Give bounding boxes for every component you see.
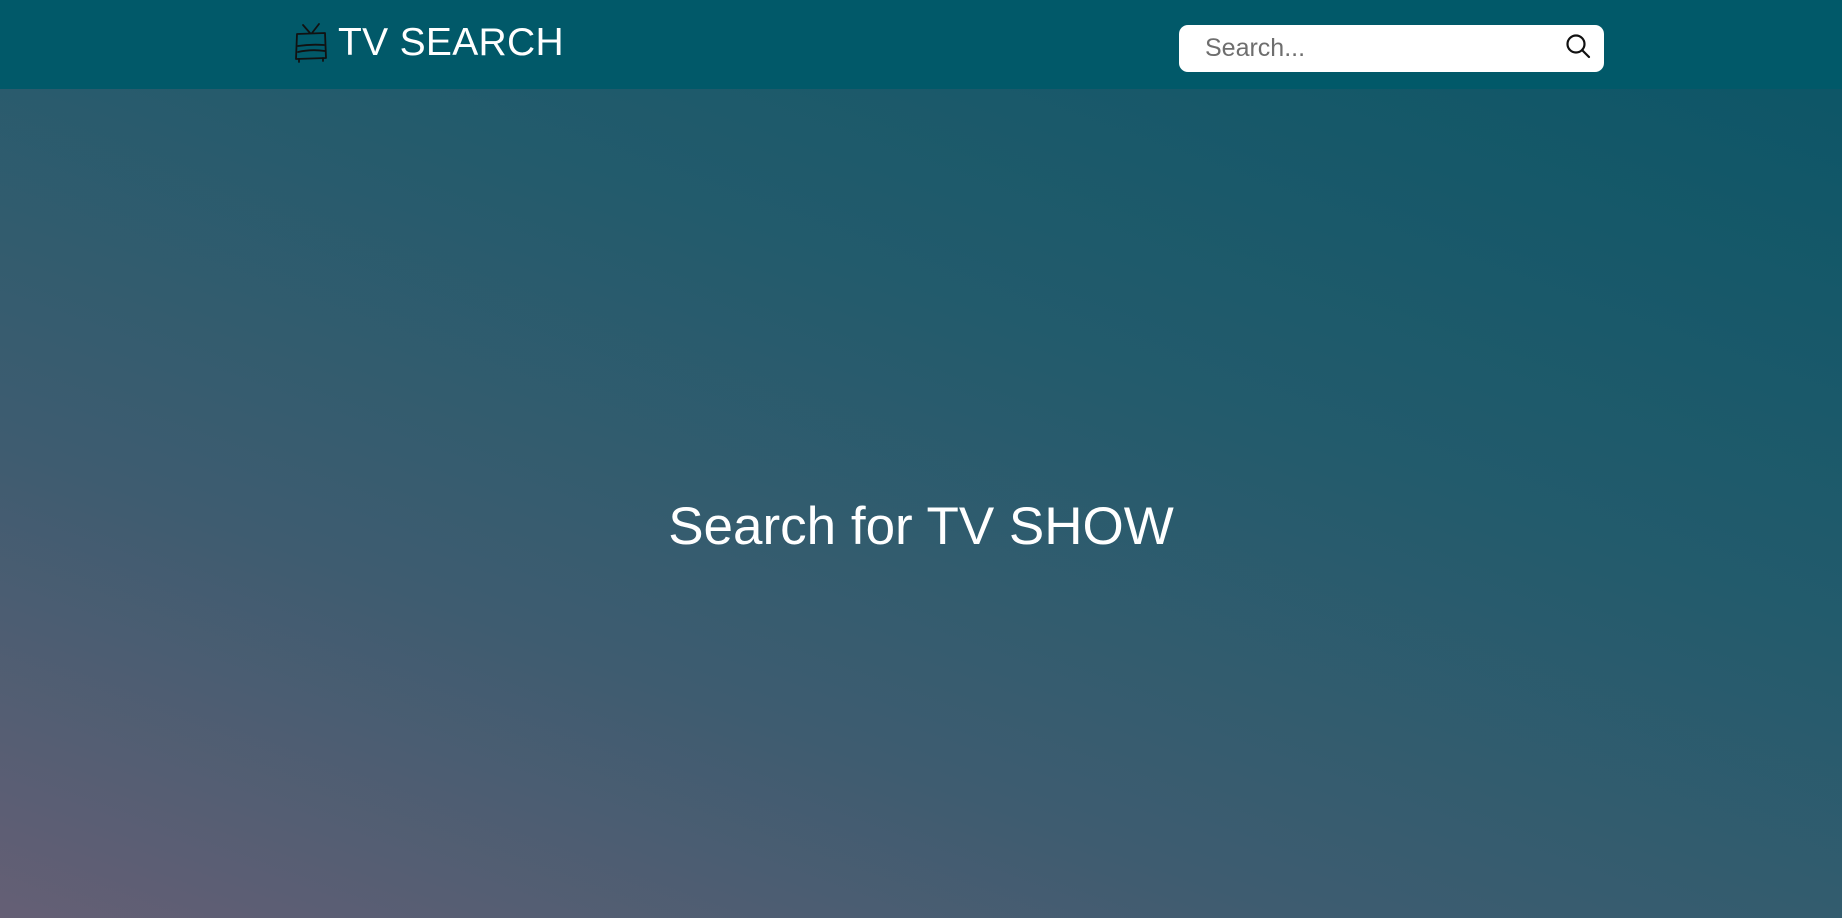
brand-logo-link[interactable]: TV SEARCH [294,20,564,66]
search-icon[interactable] [1564,32,1592,60]
search-bar [1179,25,1604,72]
tv-icon [295,23,327,63]
search-input[interactable] [1205,25,1545,72]
brand-title: TV SEARCH [338,21,564,64]
top-navbar: TV SEARCH [0,0,1842,89]
page-heading: Search for TV SHOW [668,497,1174,556]
page: TV SEARCH Search for TV SHOW [0,0,1842,918]
